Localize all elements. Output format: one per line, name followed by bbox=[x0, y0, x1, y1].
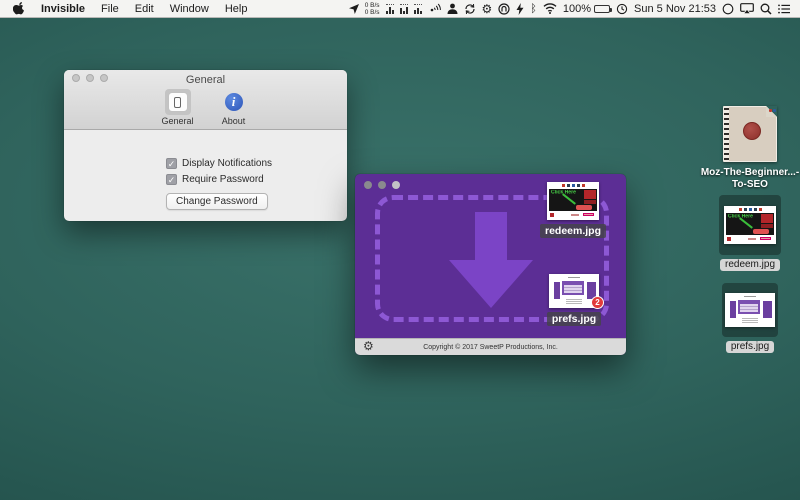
display-notifications-label: Display Notifications bbox=[182, 158, 272, 169]
require-password-row: ✓ Require Password bbox=[166, 174, 347, 185]
info-circle-icon: i bbox=[225, 93, 243, 111]
toolbar-item-general[interactable]: General bbox=[154, 89, 202, 126]
redeem-thumbnail: Click Here bbox=[724, 206, 776, 244]
drop-window-footer: ⚙ Copyright © 2017 SweetP Productions, I… bbox=[355, 338, 626, 355]
wifi-icon[interactable] bbox=[543, 2, 557, 16]
desktop-icon-moz-document[interactable]: Moz-The-Beginner...-To-SEO bbox=[696, 106, 800, 191]
memory-graph-icon[interactable] bbox=[400, 4, 408, 14]
menu-window[interactable]: Window bbox=[170, 3, 209, 15]
preferences-window: General General i About ✓ Display Notifi… bbox=[64, 70, 347, 221]
prefs-icon-label: prefs.jpg bbox=[726, 341, 774, 353]
document-icon bbox=[723, 106, 777, 162]
require-password-checkbox[interactable]: ✓ bbox=[166, 174, 177, 185]
drop-file-redeem[interactable]: Click Here redeem.jpg bbox=[533, 182, 613, 238]
cpu-graph-icon[interactable] bbox=[386, 4, 394, 14]
display-notifications-checkbox[interactable]: ✓ bbox=[166, 158, 177, 169]
menu-edit[interactable]: Edit bbox=[135, 3, 154, 15]
menu-file[interactable]: File bbox=[101, 3, 119, 15]
network-speed-readout[interactable]: 0 B/s 0 B/s bbox=[365, 2, 380, 16]
siri-icon[interactable] bbox=[722, 2, 734, 16]
window-title: General bbox=[186, 74, 225, 86]
copyright-text: Copyright © 2017 SweetP Productions, Inc… bbox=[423, 344, 558, 351]
toolbar-item-about[interactable]: i About bbox=[210, 89, 258, 126]
gear-icon[interactable]: ⚙ bbox=[482, 2, 493, 16]
preferences-titlebar[interactable]: General General i About bbox=[64, 70, 347, 130]
prefs-thumbnail bbox=[725, 293, 775, 327]
battery-percent: 100% bbox=[563, 3, 591, 15]
location-icon[interactable] bbox=[349, 2, 359, 16]
bluetooth-icon[interactable]: ᛒ bbox=[530, 2, 537, 16]
settings-gear-icon[interactable]: ⚙ bbox=[363, 339, 374, 354]
net-up-value: 0 B/s bbox=[365, 2, 380, 9]
zoom-button[interactable] bbox=[392, 181, 400, 189]
toolbar-about-label: About bbox=[222, 116, 246, 126]
selection-highlight bbox=[722, 283, 778, 337]
notification-center-icon[interactable] bbox=[778, 2, 790, 16]
time-machine-icon[interactable] bbox=[616, 2, 628, 16]
battery-status[interactable]: 100% bbox=[563, 3, 610, 15]
drop-window: Click Here redeem.jpg 2 prefs.jpg ⚙ Copy… bbox=[355, 174, 626, 355]
toolbar-general-label: General bbox=[161, 116, 193, 126]
redeem-icon-label: redeem.jpg bbox=[720, 259, 780, 271]
spotlight-icon[interactable] bbox=[760, 2, 772, 16]
preferences-toolbar: General i About bbox=[64, 87, 347, 129]
app-menu-title[interactable]: Invisible bbox=[41, 3, 85, 15]
preferences-content: ✓ Display Notifications ✓ Require Passwo… bbox=[64, 130, 347, 210]
display-notifications-row: ✓ Display Notifications bbox=[166, 158, 347, 169]
menu-help[interactable]: Help bbox=[225, 3, 248, 15]
keyhole-circle-icon[interactable] bbox=[498, 2, 510, 16]
radio-waves-icon[interactable] bbox=[428, 2, 441, 16]
desktop: Invisible File Edit Window Help 0 B/s 0 … bbox=[0, 0, 800, 500]
drop-window-controls bbox=[364, 181, 400, 189]
user-icon[interactable] bbox=[447, 2, 458, 16]
selection-highlight: Click Here bbox=[719, 195, 781, 255]
desktop-icon-prefs[interactable]: prefs.jpg bbox=[722, 283, 778, 353]
airplay-icon[interactable] bbox=[740, 2, 754, 16]
minimize-button[interactable] bbox=[378, 181, 386, 189]
desktop-icon-redeem[interactable]: Click Here redeem.jpg bbox=[719, 195, 781, 271]
download-arrow-icon bbox=[449, 212, 533, 313]
menu-bar: Invisible File Edit Window Help 0 B/s 0 … bbox=[0, 0, 800, 18]
notification-badge: 2 bbox=[591, 296, 604, 309]
net-down-value: 0 B/s bbox=[365, 9, 380, 16]
redeem-file-label: redeem.jpg bbox=[540, 224, 606, 238]
sync-icon[interactable] bbox=[464, 2, 476, 16]
apple-menu-icon[interactable] bbox=[13, 2, 25, 16]
prefs-file-label: prefs.jpg bbox=[547, 312, 601, 326]
general-battery-icon bbox=[168, 92, 188, 112]
prefs-thumbnail: 2 bbox=[549, 274, 599, 308]
require-password-label: Require Password bbox=[182, 174, 264, 185]
redeem-thumbnail: Click Here bbox=[547, 182, 599, 220]
moz-document-label: Moz-The-Beginner...-To-SEO bbox=[698, 167, 800, 191]
battery-icon bbox=[594, 5, 610, 13]
menu-bar-clock[interactable]: Sun 5 Nov 21:53 bbox=[634, 3, 716, 15]
disk-graph-icon[interactable] bbox=[414, 4, 422, 14]
drop-file-prefs[interactable]: 2 prefs.jpg bbox=[534, 274, 614, 326]
change-password-button[interactable]: Change Password bbox=[166, 193, 268, 210]
close-button[interactable] bbox=[364, 181, 372, 189]
bolt-icon[interactable] bbox=[516, 2, 524, 16]
